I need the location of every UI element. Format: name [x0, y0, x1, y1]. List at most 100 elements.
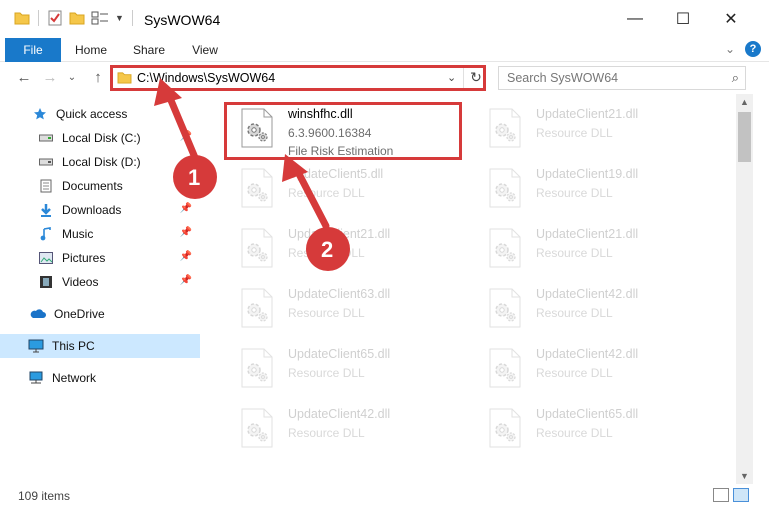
pin-icon[interactable]: 📌: [180, 251, 192, 262]
download-icon: [38, 202, 54, 218]
sidebar-item-label: Local Disk (C:): [62, 131, 141, 145]
back-button[interactable]: ←: [14, 68, 34, 88]
sidebar-item-videos[interactable]: Videos 📌: [0, 270, 200, 294]
file-description: File Risk Estimation: [288, 144, 394, 158]
recent-locations-button[interactable]: ⌄: [62, 68, 82, 88]
view-toggle: [713, 488, 749, 502]
pin-icon[interactable]: 📌: [180, 179, 192, 190]
address-bar[interactable]: C:\Windows\SysWOW64 ⌄ ↻: [110, 66, 484, 90]
sidebar-item-label: OneDrive: [54, 307, 105, 321]
vertical-scrollbar[interactable]: ▲ ▼: [736, 94, 753, 484]
address-path[interactable]: C:\Windows\SysWOW64: [137, 71, 275, 85]
search-placeholder: Search SysWOW64: [507, 71, 619, 85]
chevron-down-icon[interactable]: ⌄: [725, 42, 735, 56]
scroll-thumb[interactable]: [738, 112, 751, 162]
details-view-icon[interactable]: [713, 488, 729, 502]
file-tile[interactable]: UpdateClient63.dll Resource DLL: [224, 280, 464, 332]
sidebar-item-label: Downloads: [62, 203, 122, 217]
chevron-down-icon[interactable]: ▼: [115, 13, 124, 23]
sidebar-item-quick-access[interactable]: Quick access: [0, 102, 200, 126]
sidebar-item-pictures[interactable]: Pictures 📌: [0, 246, 200, 270]
ribbon-tabs: File Home Share View ⌄ ?: [0, 38, 769, 62]
file-name: UpdateClient21.dll: [536, 227, 639, 241]
minimize-button[interactable]: —: [612, 0, 658, 38]
file-name: UpdateClient42.dll: [288, 407, 391, 421]
search-input[interactable]: Search SysWOW64 ⌕: [498, 66, 746, 90]
file-tile[interactable]: UpdateClient65.dll Resource DLL: [472, 400, 712, 452]
pin-icon[interactable]: 📌: [180, 131, 192, 142]
scroll-down-icon[interactable]: ▼: [736, 468, 753, 484]
file-tile-winshfhc[interactable]: winshfhc.dll 6.3.9600.16384 File Risk Esti…: [224, 100, 464, 158]
sidebar-item-label: Quick access: [56, 107, 128, 121]
divider: [463, 67, 464, 89]
sidebar-item-documents[interactable]: Documents 📌: [0, 174, 200, 198]
sidebar-item-network[interactable]: Network: [0, 366, 200, 390]
file-tile[interactable]: UpdateClient19.dll Resource DLL: [472, 160, 712, 212]
file-version: Resource DLL: [536, 426, 613, 440]
new-folder-icon[interactable]: [69, 11, 85, 25]
file-tile[interactable]: UpdateClient65.dll Resource DLL: [224, 340, 464, 392]
up-button[interactable]: ↑: [88, 68, 108, 88]
layout-icon[interactable]: [91, 11, 109, 25]
file-tile[interactable]: UpdateClient42.dll Resource DLL: [472, 340, 712, 392]
sidebar-item-onedrive[interactable]: OneDrive: [0, 302, 200, 326]
sidebar-item-music[interactable]: Music 📌: [0, 222, 200, 246]
status-bar: 109 items: [0, 484, 769, 526]
file-version: Resource DLL: [536, 306, 613, 320]
music-icon: [38, 226, 54, 242]
documents-icon: [38, 178, 54, 194]
file-tile[interactable]: UpdateClient5.dll Resource DLL: [224, 160, 464, 212]
file-name: UpdateClient42.dll: [536, 287, 639, 301]
file-name: UpdateClient65.dll: [288, 347, 391, 361]
sidebar-item-local-disk-d[interactable]: Local Disk (D:): [0, 150, 200, 174]
drive-icon: [38, 130, 54, 146]
tab-file[interactable]: File: [5, 38, 61, 62]
sidebar-item-local-disk-c[interactable]: Local Disk (C:) 📌: [0, 126, 200, 150]
sidebar-item-label: Pictures: [62, 251, 106, 265]
file-version: 6.3.9600.16384: [288, 126, 372, 140]
drive-icon: [38, 154, 54, 170]
pin-icon[interactable]: 📌: [180, 227, 192, 238]
title-bar: ▼ SysWOW64 — ☐ ✕: [0, 0, 769, 38]
address-dropdown-icon[interactable]: ⌄: [447, 71, 456, 84]
pin-icon[interactable]: 📌: [180, 275, 192, 286]
file-name: UpdateClient21.dll: [536, 107, 639, 121]
tab-view[interactable]: View: [180, 38, 230, 62]
file-version: Resource DLL: [288, 366, 365, 380]
network-icon: [28, 370, 44, 386]
sidebar-item-label: Network: [52, 371, 97, 385]
sidebar-item-downloads[interactable]: Downloads 📌: [0, 198, 200, 222]
refresh-icon[interactable]: ↻: [467, 69, 485, 86]
file-version: Resource DLL: [288, 306, 365, 320]
tab-share[interactable]: Share: [124, 38, 174, 62]
maximize-button[interactable]: ☐: [660, 0, 706, 38]
sidebar-item-label: Local Disk (D:): [62, 155, 141, 169]
file-version: Resource DLL: [288, 186, 365, 200]
tab-home[interactable]: Home: [66, 38, 116, 62]
file-version: Resource DLL: [536, 366, 613, 380]
folder-icon: [14, 12, 30, 25]
file-tile[interactable]: UpdateClient21.dll Resource DLL: [224, 220, 464, 272]
properties-icon[interactable]: [47, 10, 63, 26]
computer-icon: [28, 338, 44, 354]
forward-button[interactable]: →: [40, 68, 60, 88]
pin-icon[interactable]: 📌: [180, 203, 192, 214]
close-button[interactable]: ✕: [708, 0, 754, 38]
file-version: Resource DLL: [288, 246, 365, 260]
folder-icon: [117, 72, 132, 84]
help-icon[interactable]: ?: [745, 41, 761, 57]
scroll-up-icon[interactable]: ▲: [736, 94, 753, 110]
file-name: UpdateClient42.dll: [536, 347, 639, 361]
sidebar-item-this-pc[interactable]: This PC: [0, 334, 200, 358]
file-name: UpdateClient5.dll: [288, 167, 384, 181]
videos-icon: [38, 274, 54, 290]
file-tile[interactable]: UpdateClient42.dll Resource DLL: [224, 400, 464, 452]
file-tile[interactable]: UpdateClient21.dll Resource DLL: [472, 220, 712, 272]
file-tile[interactable]: UpdateClient21.dll Resource DLL: [472, 100, 712, 152]
sidebar-item-label: This PC: [52, 339, 95, 353]
file-tile[interactable]: UpdateClient42.dll Resource DLL: [472, 280, 712, 332]
quick-access-toolbar: ▼: [14, 10, 135, 26]
search-icon[interactable]: ⌕: [732, 70, 739, 86]
file-name: winshfhc.dll: [288, 107, 353, 121]
tiles-view-icon[interactable]: [733, 488, 749, 502]
